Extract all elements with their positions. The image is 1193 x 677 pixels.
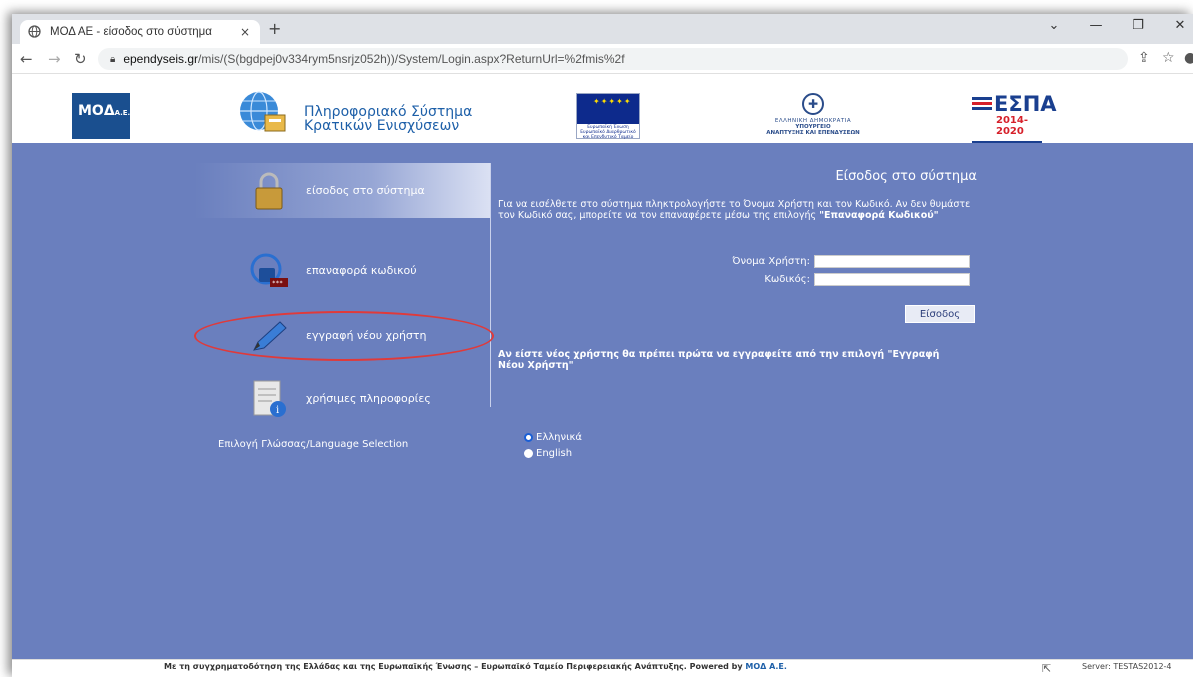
radio-unselected-icon[interactable] bbox=[524, 449, 533, 458]
main-content: είσοδος στο σύστημα *** επαναφορά κωδικο… bbox=[12, 143, 1193, 661]
sidebar-divider bbox=[490, 163, 491, 407]
tab-title: ΜΟΔ ΑΕ - είσοδος στο σύστημα bbox=[50, 26, 212, 38]
padlock-icon bbox=[255, 172, 283, 209]
language-option-greek[interactable]: Ελληνικά bbox=[524, 432, 582, 443]
powered-by-link[interactable]: ΜΟΔ Α.Ε. bbox=[745, 662, 786, 671]
login-submit-button[interactable]: Είσοδος bbox=[905, 305, 975, 323]
language-selection-label: Επιλογή Γλώσσας/Language Selection bbox=[218, 439, 409, 450]
close-window-icon[interactable]: ✕ bbox=[1173, 18, 1187, 33]
language-option-english[interactable]: English bbox=[524, 448, 572, 459]
username-label: Όνομα Χρήστη: bbox=[732, 256, 810, 267]
back-arrow-icon[interactable]: ← bbox=[20, 50, 33, 68]
username-input[interactable] bbox=[814, 255, 970, 268]
share-icon[interactable]: ⇪ bbox=[1138, 50, 1150, 66]
login-title: Είσοδος στο σύστημα bbox=[835, 169, 977, 184]
sidebar-item-label: εγγραφή νέου χρήστη bbox=[306, 329, 427, 342]
pen-icon bbox=[253, 320, 287, 351]
ministry-logo: ✚ ΕΛΛΗΝΙΚΗ ΔΗΜΟΚΡΑΤΙΑ ΥΠΟΥΡΓΕΙΟ ΑΝΑΠΤΥΞΗ… bbox=[728, 93, 898, 136]
language-option-label: English bbox=[536, 448, 573, 459]
document-info-icon: i bbox=[253, 380, 286, 417]
address-bar[interactable]: 🔒︎ ependyseis.gr /mis/(S(bgdpej0v334rym5… bbox=[98, 48, 1128, 70]
sidebar-item-login[interactable]: είσοδος στο σύστημα bbox=[194, 163, 490, 218]
password-row: Κωδικός: bbox=[660, 273, 970, 286]
tab-close-icon[interactable]: × bbox=[238, 25, 252, 39]
sidebar-item-register[interactable]: εγγραφή νέου χρήστη bbox=[194, 308, 490, 363]
url-domain: ependyseis.gr bbox=[123, 52, 199, 66]
radio-selected-icon[interactable] bbox=[524, 433, 533, 442]
bookmark-star-icon[interactable]: ☆ bbox=[1162, 50, 1175, 66]
username-row: Όνομα Χρήστη: bbox=[660, 255, 970, 268]
system-title: Πληροφοριακό Σύστημα Κρατικών Ενισχύσεων bbox=[304, 105, 472, 133]
globe-icon bbox=[240, 91, 286, 132]
lock-icon: 🔒︎ bbox=[110, 53, 116, 65]
new-user-note-text: Αν είστε νέος χρήστης θα πρέπει πρώτα να… bbox=[498, 349, 885, 360]
espa-logo: ΕΣΠΑ 2014-2020 bbox=[972, 92, 1057, 146]
window-controls: ⌄ — ❐ ✕ bbox=[1047, 18, 1193, 33]
sidebar-item-useful-info[interactable]: i χρήσιμες πληροφορίες bbox=[194, 371, 490, 426]
page-footer: Με τη συγχρηματοδότηση της Ελλάδας και τ… bbox=[12, 659, 1193, 677]
browser-toolbar: ← → ↻ 🔒︎ ependyseis.gr /mis/(S(bgdpej0v3… bbox=[12, 44, 1193, 74]
minimize-icon[interactable]: — bbox=[1089, 18, 1103, 33]
moa-logo-suffix: Α.Ε. bbox=[114, 109, 131, 117]
browser-window: ΜΟΔ ΑΕ - είσοδος στο σύστημα × + ⌄ — ❐ ✕… bbox=[12, 14, 1193, 677]
sidebar-item-label: είσοδος στο σύστημα bbox=[306, 184, 425, 197]
sidebar-item-label: χρήσιμες πληροφορίες bbox=[306, 392, 431, 405]
language-option-label: Ελληνικά bbox=[536, 432, 582, 443]
espa-word: ΕΣΠΑ bbox=[994, 92, 1057, 116]
globe-favicon-icon bbox=[28, 25, 42, 39]
login-instructions: Για να εισέλθετε στο σύστημα πληκτρολογή… bbox=[498, 199, 988, 221]
new-tab-button[interactable]: + bbox=[268, 20, 281, 38]
svg-text:i: i bbox=[276, 405, 279, 416]
espa-years: 2014-2020 bbox=[996, 115, 1028, 137]
svg-text:***: *** bbox=[272, 280, 283, 287]
reset-password-link: "Επαναφορά Κωδικού" bbox=[819, 210, 939, 221]
url-path: /mis/(S(bgdpej0v334rym5nsrjz052h))/Syste… bbox=[198, 52, 625, 66]
sidebar-item-label: επαναφορά κωδικού bbox=[306, 264, 417, 277]
forward-arrow-icon[interactable]: → bbox=[48, 50, 61, 68]
restore-icon[interactable]: ❐ bbox=[1131, 18, 1145, 33]
password-input[interactable] bbox=[814, 273, 970, 286]
funding-credit: Με τη συγχρηματοδότηση της Ελλάδας και τ… bbox=[164, 662, 787, 671]
new-user-note: Αν είστε νέος χρήστης θα πρέπει πρώτα να… bbox=[498, 349, 968, 371]
eu-flag-logo: ✦✦✦✦✦ Ευρωπαϊκή Ένωση Ευρωπαϊκό Διαρθρωτ… bbox=[576, 93, 640, 140]
reload-icon[interactable]: ↻ bbox=[74, 50, 87, 68]
eu-caption: Ευρωπαϊκή Ένωση Ευρωπαϊκό Διαρθρωτικό κα… bbox=[580, 125, 636, 140]
tab-search-chevron-icon[interactable]: ⌄ bbox=[1047, 18, 1061, 33]
ministry-line3: ΑΝΑΠΤΥΞΗΣ ΚΑΙ ΕΠΕΝΔΥΣΕΩΝ bbox=[766, 130, 860, 136]
password-label: Κωδικός: bbox=[764, 274, 810, 285]
server-name: Server: TESTAS2012-4 bbox=[1082, 662, 1172, 671]
browser-tab[interactable]: ΜΟΔ ΑΕ - είσοδος στο σύστημα × bbox=[20, 20, 260, 44]
lock-reset-icon: *** bbox=[250, 253, 288, 287]
system-title-line2: Κρατικών Ενισχύσεων bbox=[304, 118, 460, 134]
sidebar-item-reset-password[interactable]: *** επαναφορά κωδικού bbox=[194, 243, 490, 298]
moa-logo[interactable]: ΜΟΔΑ.Ε. bbox=[72, 93, 130, 139]
mouse-cursor-icon: ⇱ bbox=[1042, 662, 1052, 675]
profile-icon[interactable]: ● bbox=[1184, 50, 1193, 66]
system-title-line1: Πληροφοριακό Σύστημα bbox=[304, 104, 473, 120]
funding-credit-text: Με τη συγχρηματοδότηση της Ελλάδας και τ… bbox=[164, 662, 743, 671]
moa-logo-text: ΜΟΔ bbox=[78, 103, 115, 119]
greek-emblem-icon: ✚ bbox=[802, 93, 824, 115]
tab-strip: ΜΟΔ ΑΕ - είσοδος στο σύστημα × + ⌄ — ❐ ✕ bbox=[12, 14, 1193, 44]
